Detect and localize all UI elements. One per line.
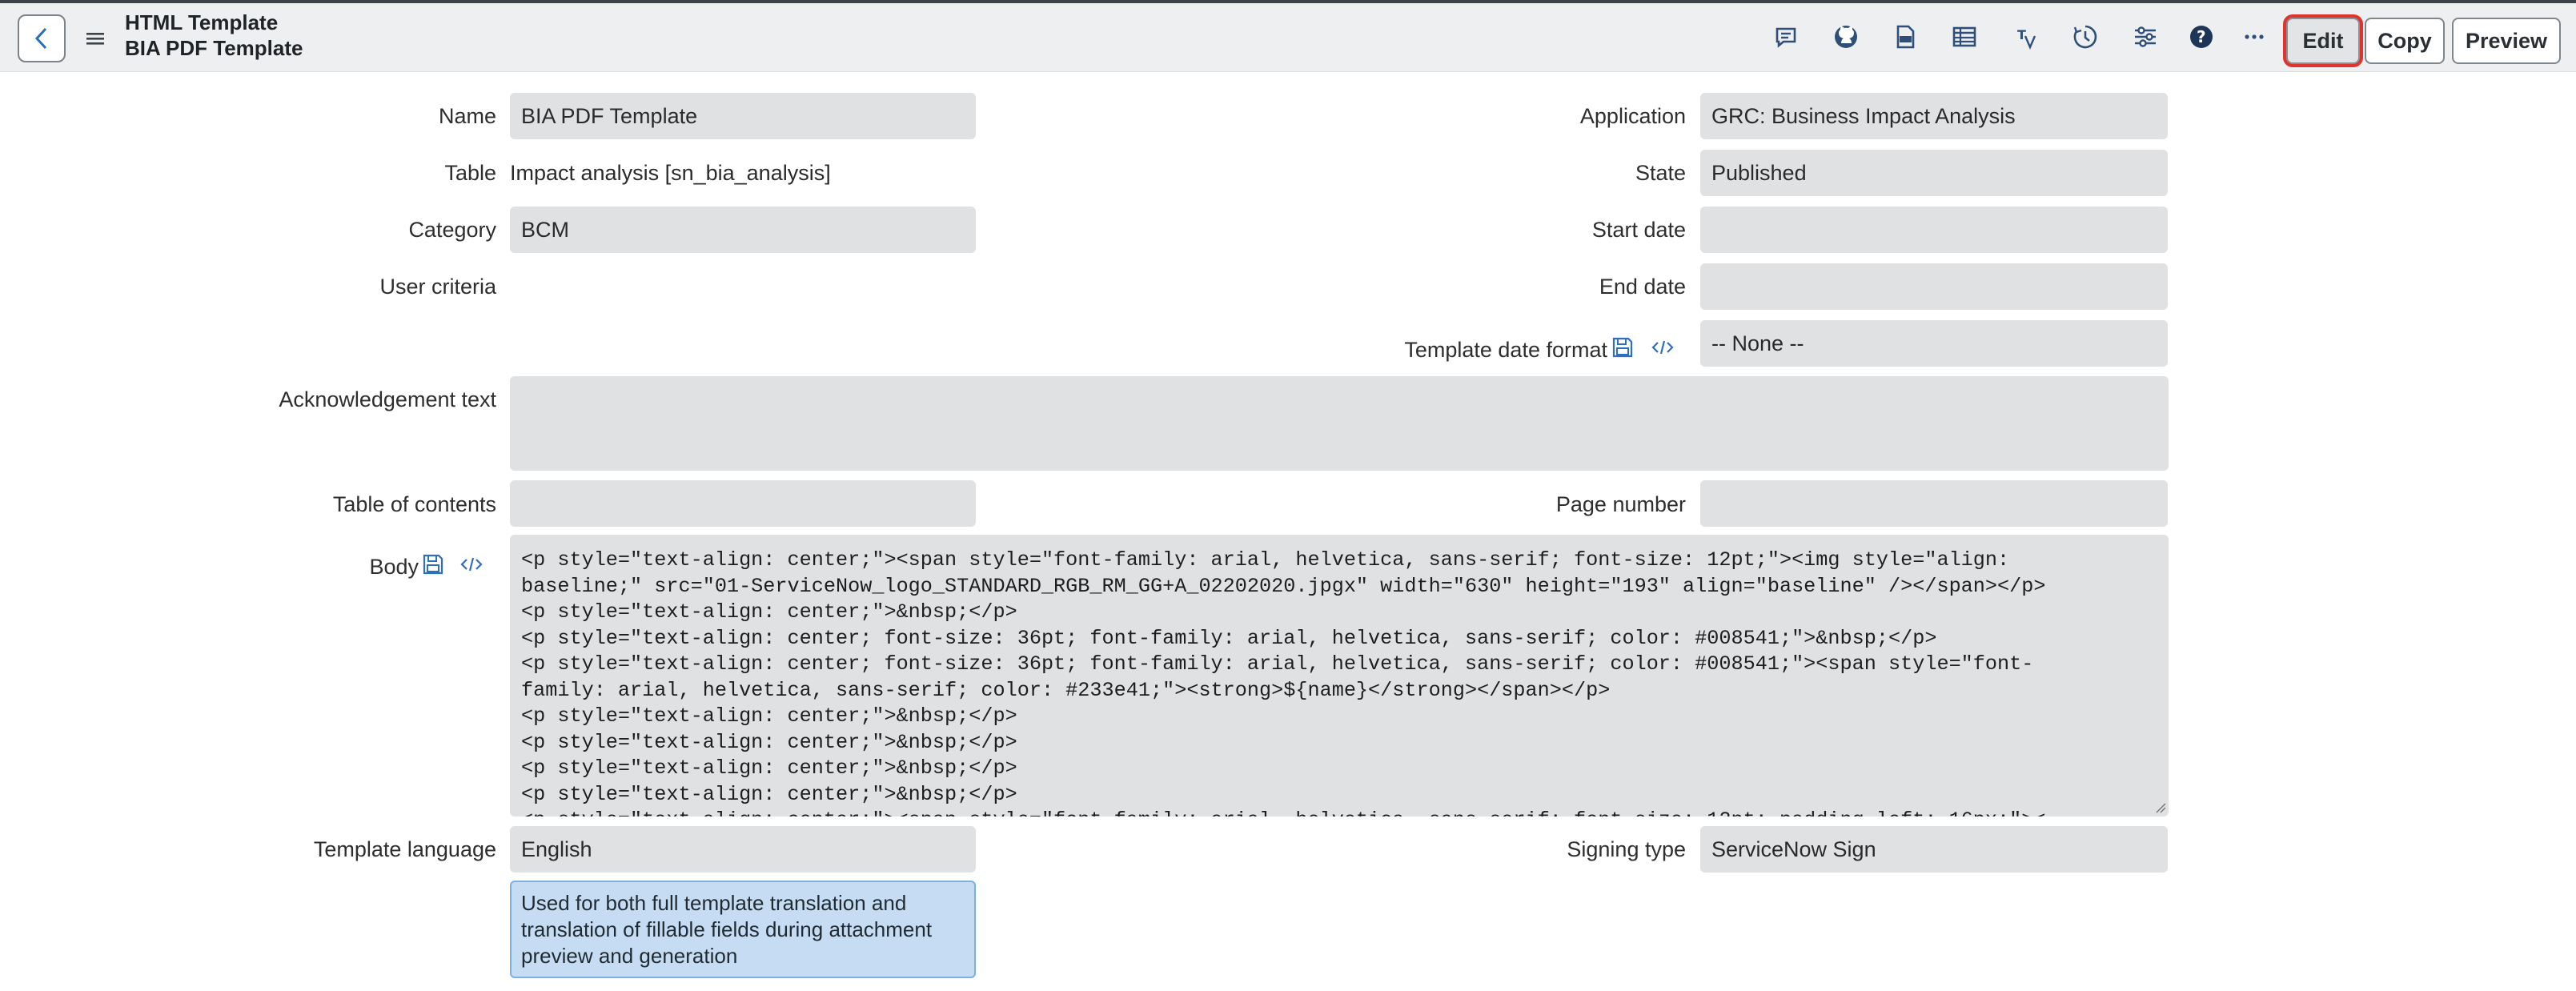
body-code-line: family: arial, helvetica, sans-serif; co… — [521, 678, 1611, 702]
preview-button[interactable]: Preview — [2452, 18, 2561, 64]
start-date-label: Start date — [1591, 218, 1686, 242]
table-label: Table — [444, 161, 496, 185]
table-value: Impact analysis [sn_bia_analysis] — [510, 161, 831, 185]
menu-icon[interactable] — [83, 27, 107, 50]
start-date-field[interactable] — [1700, 207, 2168, 253]
application-label: Application — [1579, 104, 1686, 128]
svg-text:?: ? — [2197, 27, 2206, 46]
body-code-line: <p style="text-align: center;"><span sty… — [521, 548, 2010, 572]
name-label: Name — [438, 104, 496, 128]
body-code-line: <p style="text-align: center; font-size:… — [521, 652, 2034, 676]
copy-button[interactable]: Copy — [2365, 18, 2445, 64]
category-field[interactable]: BCM — [510, 207, 976, 253]
body-code-line: <p style="text-align: center;"><span sty… — [521, 808, 2157, 816]
svg-text:T: T — [2017, 27, 2026, 42]
signing-type-label: Signing type — [1567, 837, 1686, 861]
body-code-line: <p style="text-align: center;">&nbsp;</p… — [521, 600, 1017, 624]
acknowledgement-text-label: Acknowledgement text — [279, 387, 496, 411]
code-icon[interactable] — [1651, 335, 1675, 359]
form-header: HTML Template BIA PDF Template T ? Edit … — [0, 0, 2576, 72]
body-code-line: <p style="text-align: center;">&nbsp;</p… — [521, 782, 1017, 806]
category-label: Category — [408, 218, 496, 242]
template-date-format-label: Template date format — [1404, 338, 1607, 362]
table-of-contents-field[interactable] — [510, 480, 976, 527]
body-code-line: <p style="text-align: center;">&nbsp;</p… — [521, 730, 1017, 754]
record-type-title: HTML Template — [125, 10, 279, 34]
history-icon[interactable] — [2071, 22, 2100, 51]
more-icon[interactable] — [2240, 22, 2269, 51]
edit-button[interactable]: Edit — [2286, 18, 2360, 64]
template-language-select[interactable]: English — [510, 826, 976, 873]
github-icon[interactable] — [1832, 22, 1860, 51]
body-label: Body — [369, 555, 419, 579]
state-field[interactable]: Published — [1700, 150, 2168, 196]
resize-grip-icon[interactable] — [2155, 802, 2166, 813]
signing-type-select[interactable]: ServiceNow Sign — [1700, 826, 2168, 873]
body-html-editor[interactable]: <p style="text-align: center;"><span sty… — [510, 535, 2169, 816]
settings-sliders-icon[interactable] — [2131, 22, 2160, 51]
pdf-icon[interactable] — [1891, 22, 1920, 51]
chevron-left-icon — [34, 27, 47, 50]
help-icon[interactable]: ? — [2187, 22, 2216, 51]
table-of-contents-label: Table of contents — [332, 492, 496, 516]
acknowledgement-text-field[interactable] — [510, 376, 2169, 471]
body-code-line: <p style="text-align: center; font-size:… — [521, 626, 1937, 650]
end-date-label: End date — [1599, 275, 1686, 299]
template-language-hint: Used for both full template translation … — [510, 881, 976, 978]
state-label: State — [1635, 161, 1686, 185]
comment-icon[interactable] — [1772, 22, 1800, 51]
page-number-field[interactable] — [1700, 480, 2168, 527]
record-name-title: BIA PDF Template — [125, 36, 303, 60]
body-code-icon[interactable] — [459, 552, 484, 576]
body-code-line: baseline;" src="01-ServiceNow_logo_STAND… — [521, 574, 2046, 598]
body-save-icon[interactable] — [421, 552, 445, 576]
translate-icon[interactable]: T — [2012, 22, 2040, 51]
name-field[interactable]: BIA PDF Template — [510, 93, 976, 139]
save-icon[interactable] — [1611, 335, 1635, 359]
page-number-label: Page number — [1555, 492, 1686, 516]
table-icon[interactable] — [1950, 22, 1979, 51]
body-code-line: <p style="text-align: center;">&nbsp;</p… — [521, 756, 1017, 780]
user-criteria-label: User criteria — [379, 275, 496, 299]
body-code-line: <p style="text-align: center;">&nbsp;</p… — [521, 704, 1017, 728]
back-button[interactable] — [18, 14, 66, 62]
application-field[interactable]: GRC: Business Impact Analysis — [1700, 93, 2168, 139]
end-date-field[interactable] — [1700, 263, 2168, 310]
template-date-format-select[interactable]: -- None -- — [1700, 320, 2168, 367]
template-language-label: Template language — [313, 837, 496, 861]
